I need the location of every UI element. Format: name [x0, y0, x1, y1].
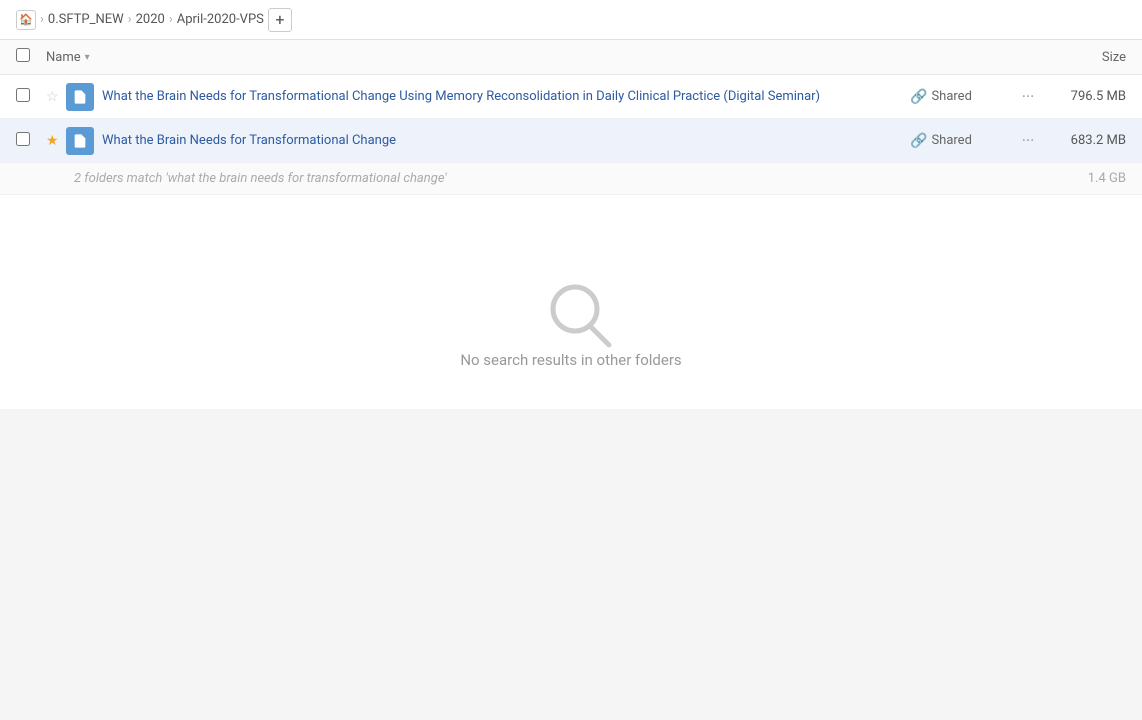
breadcrumb-item-2020[interactable]: 2020: [136, 12, 165, 27]
file-icon-2: [66, 127, 94, 155]
file-name-1[interactable]: What the Brain Needs for Transformationa…: [102, 89, 910, 104]
breadcrumb-sep-1: ›: [40, 12, 44, 27]
row-actions-1[interactable]: ···: [1010, 87, 1046, 106]
add-tab-button[interactable]: +: [268, 8, 292, 32]
file-list-container: Name ▾ Size ☆ What the Brain Needs for T…: [0, 40, 1142, 409]
row-actions-2[interactable]: ···: [1010, 131, 1046, 150]
breadcrumb-sep-3: ›: [169, 12, 173, 27]
file-row: ☆ What the Brain Needs for Transformatio…: [0, 75, 1142, 119]
breadcrumb-item-april[interactable]: April-2020-VPS: [177, 12, 264, 27]
home-icon[interactable]: 🏠: [16, 10, 36, 30]
star-icon-1[interactable]: ☆: [46, 89, 66, 105]
column-size-header: Size: [1026, 50, 1126, 65]
link-icon-2: 🔗: [910, 133, 927, 149]
match-info-row: 2 folders match 'what the brain needs fo…: [0, 163, 1142, 195]
breadcrumb-item-sftp[interactable]: 0.SFTP_NEW: [48, 12, 124, 27]
empty-state: No search results in other folders: [0, 195, 1142, 409]
column-name-header[interactable]: Name ▾: [46, 50, 1026, 65]
match-info-size: 1.4 GB: [1088, 171, 1126, 186]
file-name-2[interactable]: What the Brain Needs for Transformationa…: [102, 133, 910, 148]
match-info-text: 2 folders match 'what the brain needs fo…: [74, 171, 447, 186]
shared-label-2: 🔗 Shared: [910, 133, 1010, 149]
breadcrumb-bar: 🏠 › 0.SFTP_NEW › 2020 › April-2020-VPS +: [0, 0, 1142, 40]
file-size-1: 796.5 MB: [1046, 89, 1126, 104]
empty-state-text: No search results in other folders: [460, 351, 681, 369]
file-size-2: 683.2 MB: [1046, 133, 1126, 148]
shared-label-1: 🔗 Shared: [910, 89, 1010, 105]
sort-icon: ▾: [85, 52, 90, 63]
empty-search-icon: [541, 275, 601, 335]
link-icon-1: 🔗: [910, 89, 927, 105]
star-icon-2[interactable]: ★: [46, 133, 66, 149]
select-all-checkbox[interactable]: [16, 48, 30, 62]
list-header: Name ▾ Size: [0, 40, 1142, 75]
row-checkbox-1[interactable]: [16, 88, 46, 106]
breadcrumb-sep-2: ›: [128, 12, 132, 27]
file-icon-1: [66, 83, 94, 111]
file-row: ★ What the Brain Needs for Transformatio…: [0, 119, 1142, 163]
header-checkbox-col: [16, 48, 46, 66]
row-checkbox-2[interactable]: [16, 132, 46, 150]
